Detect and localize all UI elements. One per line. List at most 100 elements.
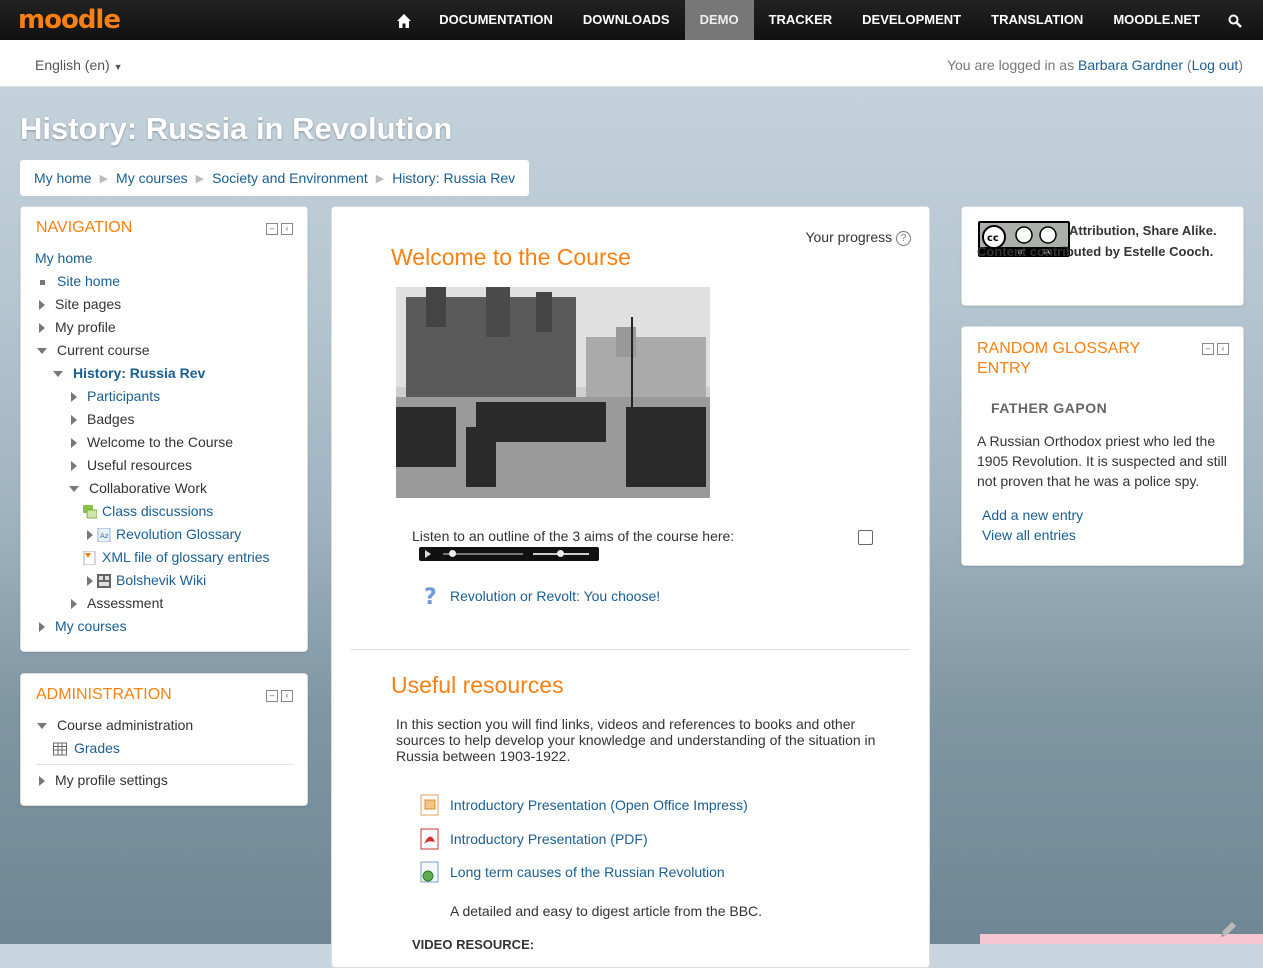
collapse-icon[interactable]: – (1202, 343, 1214, 355)
nav-development[interactable]: DEVELOPMENT (847, 0, 976, 40)
admin-divider (36, 764, 294, 765)
nav-class-discussions[interactable]: Class discussions (102, 503, 213, 519)
nav-collab-item[interactable]: Collaborative Work (69, 478, 207, 498)
admin-profile-settings-item[interactable]: My profile settings (39, 770, 168, 790)
expand-icon (39, 776, 45, 787)
login-info: You are logged in as Barbara Gardner (Lo… (946, 57, 1243, 73)
quiz-activity[interactable]: ? Revolution or Revolt: You choose! (422, 584, 660, 608)
nav-welcome-item[interactable]: Welcome to the Course (71, 432, 233, 452)
resource-url[interactable]: Long term causes of the Russian Revoluti… (420, 861, 725, 883)
bullet-icon (40, 279, 45, 285)
administration-title: ADMINISTRATION (36, 686, 172, 703)
nav-site-pages: Site pages (55, 296, 122, 312)
completion-checkbox[interactable] (858, 530, 873, 545)
nav-my-courses-item[interactable]: My courses (39, 616, 127, 636)
dock-icon[interactable]: ‹ (1217, 343, 1229, 355)
nav-current-course-item[interactable]: Current course (37, 340, 150, 360)
collapse-arrow-icon (53, 371, 63, 378)
volume-handle[interactable] (557, 550, 564, 557)
xml-file-icon (83, 551, 96, 566)
nav-wiki-item[interactable]: Bolshevik Wiki (87, 570, 206, 590)
nav-course-item[interactable]: History: Russia Rev (53, 363, 205, 383)
language-menu[interactable]: English (en) ▼ (35, 57, 123, 73)
glossary-block-title: RANDOM GLOSSARY ENTRY (977, 340, 1141, 377)
resource-pdf-link[interactable]: Introductory Presentation (PDF) (450, 831, 648, 847)
logo-text: moodle (18, 5, 121, 35)
block-controls: – ‹ (266, 223, 293, 235)
nav-translation[interactable]: TRANSLATION (976, 0, 1098, 40)
admin-grades-item[interactable]: Grades (53, 738, 120, 758)
admin-course-admin-item[interactable]: Course administration (37, 715, 193, 735)
nav-xml-item[interactable]: XML file of glossary entries (83, 547, 270, 567)
help-icon[interactable]: ? (896, 230, 911, 246)
nav-tracker[interactable]: TRACKER (754, 0, 848, 40)
forum-icon (83, 505, 97, 519)
expand-icon (39, 323, 45, 334)
dock-icon[interactable]: ‹ (281, 690, 293, 702)
nav-assessment-item[interactable]: Assessment (71, 593, 163, 613)
nav-moodle-net[interactable]: MOODLE.NET (1098, 0, 1215, 40)
resource-pdf[interactable]: Introductory Presentation (PDF) (420, 828, 648, 850)
nav-site-pages-item[interactable]: Site pages (39, 294, 121, 314)
user-name-link[interactable]: Barbara Gardner (1078, 57, 1183, 73)
home-icon[interactable] (384, 0, 424, 40)
nav-downloads[interactable]: DOWNLOADS (568, 0, 685, 40)
nav-documentation[interactable]: DOCUMENTATION (424, 0, 568, 40)
navigation-block: NAVIGATION – ‹ My home Site home Site pa… (20, 206, 308, 652)
search-icon[interactable] (1215, 0, 1255, 40)
seek-handle[interactable] (449, 550, 456, 557)
view-entries-link[interactable]: View all entries (982, 527, 1076, 543)
section-divider (351, 649, 910, 650)
nav-class-discussions-item[interactable]: Class discussions (83, 501, 213, 521)
quiz-link[interactable]: Revolution or Revolt: You choose! (450, 588, 660, 604)
resource-impress-link[interactable]: Introductory Presentation (Open Office I… (450, 797, 748, 813)
navigation-title: NAVIGATION (36, 219, 133, 236)
breadcrumb-course[interactable]: History: Russia Rev (392, 170, 515, 186)
expand-icon (71, 415, 77, 426)
random-glossary-block: RANDOM GLOSSARY ENTRY – ‹ FATHER GAPON A… (961, 326, 1244, 566)
nav-xml[interactable]: XML file of glossary entries (102, 549, 270, 565)
course-photo (396, 287, 710, 498)
nav-participants[interactable]: Participants (87, 388, 160, 404)
expand-icon (39, 300, 45, 311)
historical-photo-image (396, 287, 710, 498)
collapse-icon[interactable]: – (266, 690, 278, 702)
svg-text:Az: Az (100, 532, 109, 540)
expand-icon (71, 599, 77, 610)
collapse-icon[interactable]: – (266, 223, 278, 235)
nav-demo[interactable]: DEMO (684, 0, 754, 40)
nav-my-profile-item[interactable]: My profile (39, 317, 116, 337)
nav-glossary-item[interactable]: Az Revolution Glossary (87, 524, 241, 544)
breadcrumb-category[interactable]: Society and Environment (212, 170, 368, 186)
login-prefix: You are logged in as (946, 57, 1075, 73)
resource-url-link[interactable]: Long term causes of the Russian Revoluti… (450, 864, 725, 880)
nav-my-home[interactable]: My home (35, 248, 93, 268)
audio-player[interactable] (419, 547, 599, 561)
dock-tool-icon[interactable] (1218, 918, 1240, 940)
audio-label: Listen to an outline of the 3 aims of th… (412, 528, 735, 544)
resource-impress[interactable]: Introductory Presentation (Open Office I… (420, 794, 748, 816)
nav-my-courses[interactable]: My courses (55, 618, 127, 634)
moodle-logo[interactable]: moodle (18, 5, 121, 35)
add-entry-link[interactable]: Add a new entry (982, 507, 1083, 523)
nav-participants-item[interactable]: Participants (71, 386, 160, 406)
resource-url-description: A detailed and easy to digest article fr… (450, 903, 763, 919)
question-mark-icon: ? (424, 585, 437, 608)
admin-course-admin: Course administration (57, 717, 194, 733)
logout-link[interactable]: Log out (1192, 57, 1239, 73)
dock-icon[interactable]: ‹ (281, 223, 293, 235)
admin-grades[interactable]: Grades (74, 740, 120, 756)
nav-badges-item[interactable]: Badges (71, 409, 134, 429)
play-icon[interactable] (425, 550, 431, 558)
expand-icon (71, 461, 77, 472)
breadcrumb-separator-icon: ▶ (99, 172, 109, 185)
nav-wiki[interactable]: Bolshevik Wiki (116, 572, 206, 588)
breadcrumb-my-courses[interactable]: My courses (116, 170, 188, 186)
wiki-icon (97, 574, 111, 589)
nav-useful-item[interactable]: Useful resources (71, 455, 192, 475)
nav-site-home[interactable]: Site home (57, 273, 120, 289)
nav-glossary[interactable]: Revolution Glossary (116, 526, 241, 542)
nav-course[interactable]: History: Russia Rev (73, 365, 205, 381)
breadcrumb: My home ▶ My courses ▶ Society and Envir… (20, 160, 530, 196)
breadcrumb-my-home[interactable]: My home (34, 170, 92, 186)
